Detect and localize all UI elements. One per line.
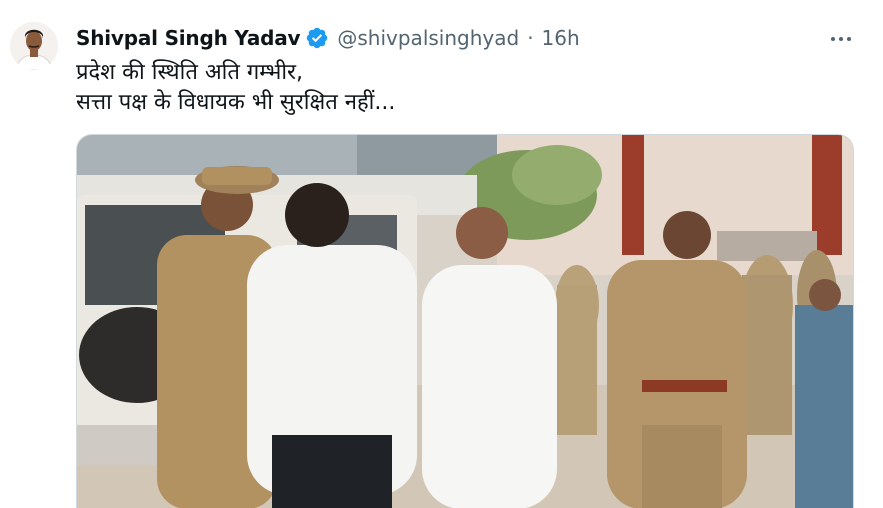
tweet-card[interactable]: Shivpal Singh Yadav @shivpalsinghyad · 1…	[0, 0, 883, 508]
author-name[interactable]: Shivpal Singh Yadav	[76, 26, 301, 50]
tweet-timestamp[interactable]: 16h	[542, 26, 580, 50]
author-handle[interactable]: @shivpalsinghyad	[337, 26, 519, 50]
tweet-text: प्रदेश की स्थिति अति गम्भीर, सत्ता पक्ष …	[76, 58, 836, 118]
tweet-text-line: प्रदेश की स्थिति अति गम्भीर,	[76, 60, 304, 85]
separator-dot: ·	[527, 26, 534, 50]
verified-badge-icon	[305, 26, 329, 50]
tweet-text-line: सत्ता पक्ष के विधायक भी सुरक्षित नहीं...	[76, 90, 396, 115]
tweet-header: Shivpal Singh Yadav @shivpalsinghyad · 1…	[76, 24, 580, 52]
author-avatar[interactable]	[10, 22, 58, 70]
more-options-icon[interactable]	[824, 26, 858, 52]
tweet-media-image[interactable]	[76, 134, 854, 508]
